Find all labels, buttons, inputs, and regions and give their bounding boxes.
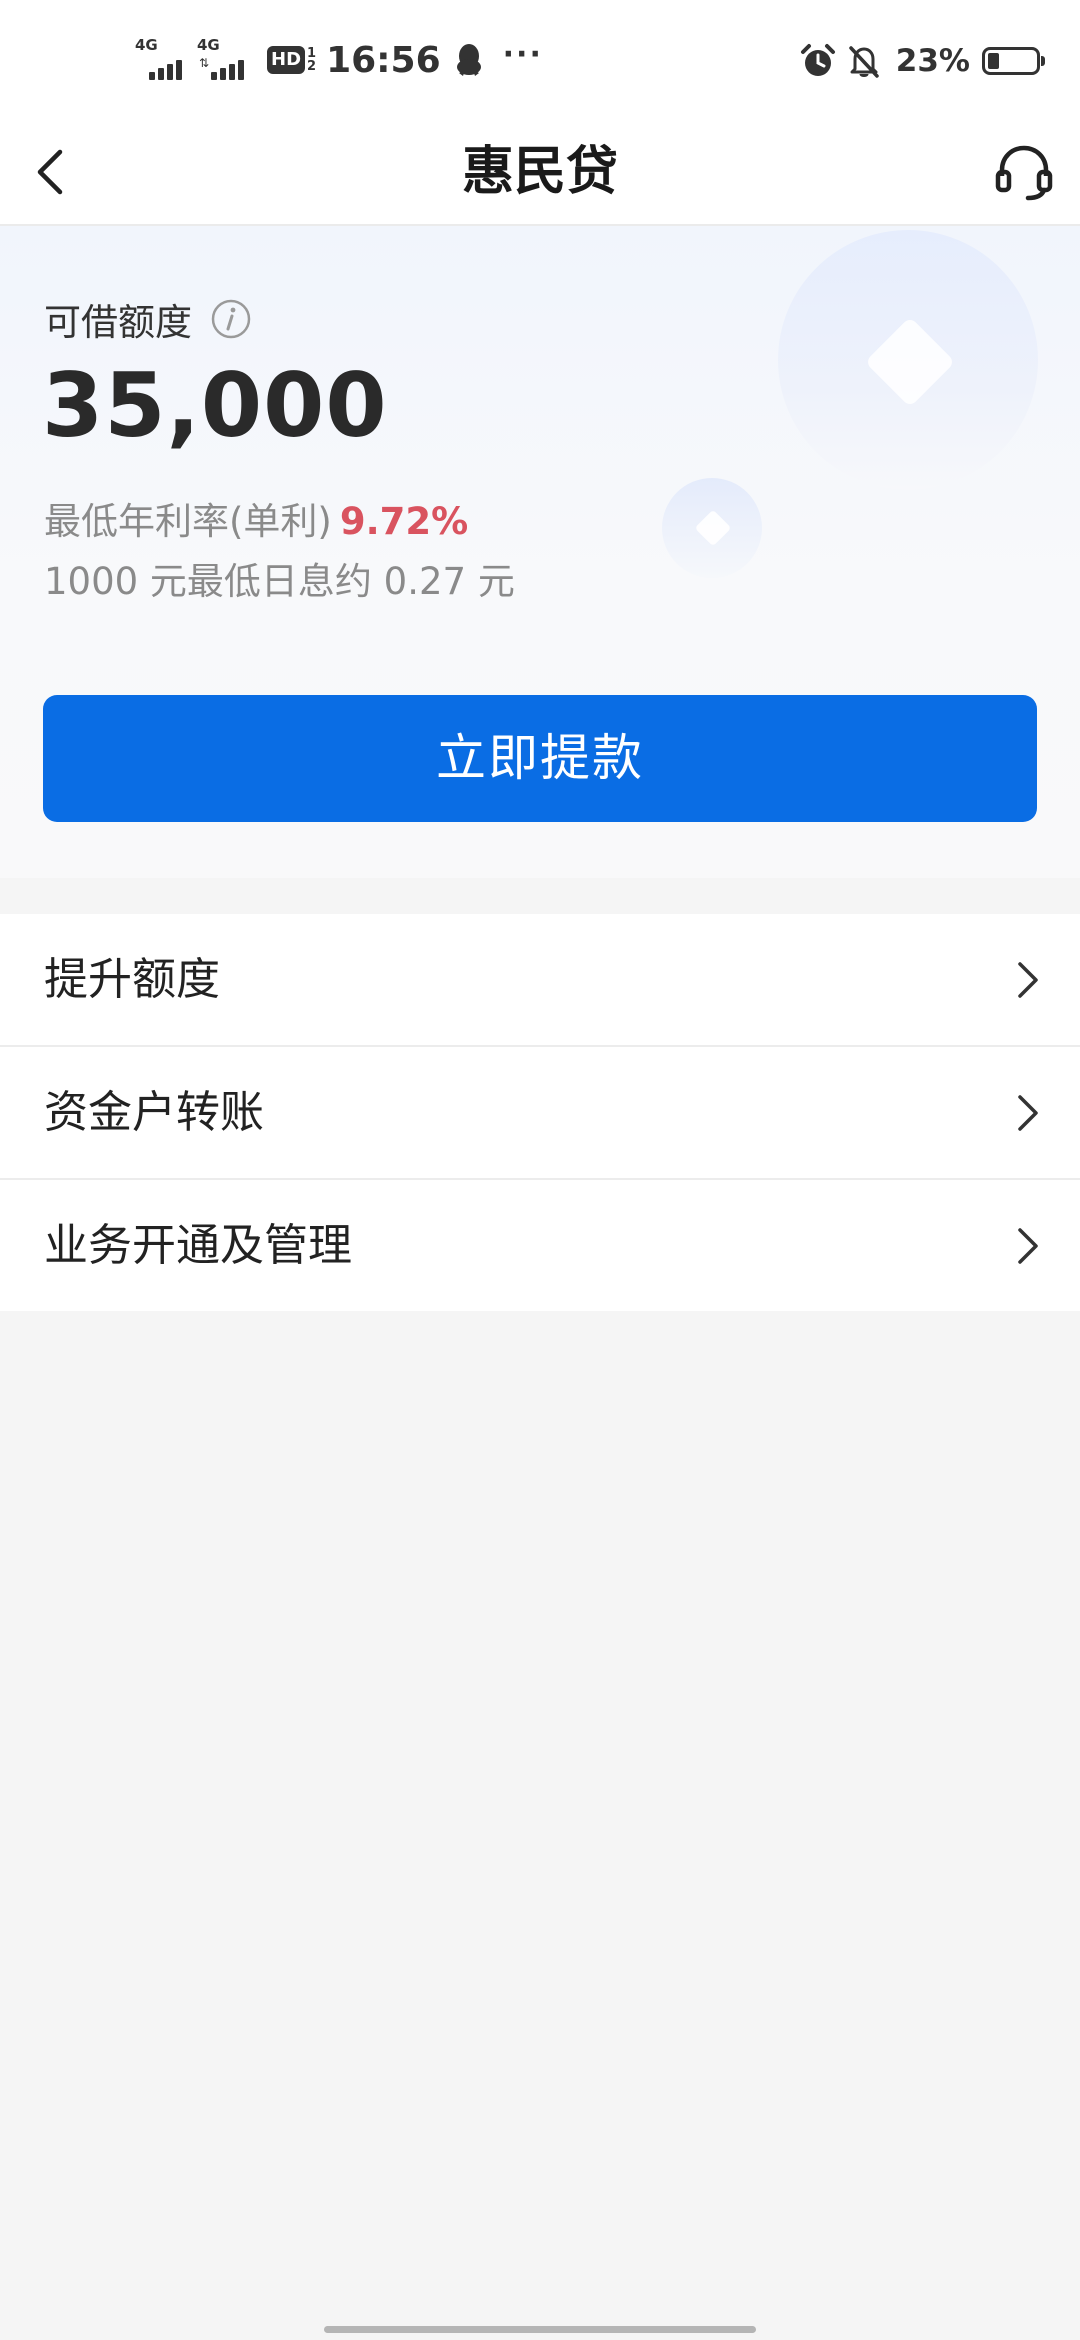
menu-item-raise-limit[interactable]: 提升额度 — [0, 914, 1080, 1047]
battery-level — [988, 53, 999, 69]
nav-bar: 惠民贷 — [0, 120, 1080, 226]
annual-rate-value: 9.72% — [339, 500, 469, 543]
more-notifications-icon: ··· — [502, 37, 543, 72]
battery-icon — [982, 47, 1045, 75]
qq-penguin-icon — [456, 44, 481, 76]
chevron-right-icon — [1018, 1228, 1038, 1264]
hd-fraction-bottom: 2 — [307, 59, 317, 74]
hd-fraction: 1 2 — [307, 47, 316, 73]
status-bar-left: 4G 4G ⇅ HD 1 2 16:56 ··· — [135, 34, 543, 86]
data-arrows-icon: ⇅ — [199, 56, 210, 70]
available-limit-amount: 35,000 — [42, 354, 388, 457]
withdraw-now-button[interactable]: 立即提款 — [43, 695, 1037, 822]
hd-label: HD — [267, 46, 306, 74]
battery-percent: 23% — [895, 43, 970, 79]
annual-rate-line: 最低年利率(单利) 9.72% — [44, 498, 468, 546]
credit-card: 可借额度 35,000 最低年利率(单利) 9.72% 1000 元最低日息约 0… — [0, 226, 1080, 878]
chevron-right-icon — [1018, 962, 1038, 998]
daily-interest-text: 1000 元最低日息约 0.27 元 — [44, 560, 515, 603]
menu-item-label: 业务开通及管理 — [44, 1220, 352, 1271]
page-title: 惠民贷 — [461, 142, 618, 202]
alarm-icon — [800, 44, 835, 76]
menu-item-label: 资金户转账 — [44, 1087, 264, 1138]
chevron-right-icon — [1018, 1095, 1038, 1131]
signal-sim2-icon: 4G ⇅ — [197, 38, 253, 82]
available-limit-label: 可借额度 — [44, 301, 192, 344]
headset-icon[interactable] — [992, 140, 1056, 204]
signal-sim1-icon: 4G — [135, 38, 191, 82]
status-bar-right: 23% — [800, 38, 1045, 84]
menu-item-label: 提升额度 — [44, 954, 220, 1005]
menu-item-fund-transfer[interactable]: 资金户转账 — [0, 1047, 1080, 1180]
status-time: 16:56 — [326, 39, 441, 81]
info-icon[interactable] — [210, 298, 252, 340]
status-bar: 4G 4G ⇅ HD 1 2 16:56 ··· 23% — [0, 0, 1080, 120]
network-type-sim2: 4G — [197, 36, 220, 54]
annual-rate-label: 最低年利率(单利) — [44, 500, 332, 543]
network-type-sim1: 4G — [135, 36, 158, 54]
bell-muted-icon — [849, 46, 879, 78]
available-limit-label-row: 可借额度 — [44, 292, 252, 346]
home-indicator[interactable] — [324, 2326, 756, 2333]
menu-item-business-management[interactable]: 业务开通及管理 — [0, 1180, 1080, 1311]
signal-bars-sim2 — [211, 60, 247, 80]
service-menu: 提升额度 资金户转账 业务开通及管理 — [0, 914, 1080, 1311]
hd-voice-icon: HD 1 2 — [267, 46, 316, 74]
signal-bars-sim1 — [149, 60, 185, 80]
